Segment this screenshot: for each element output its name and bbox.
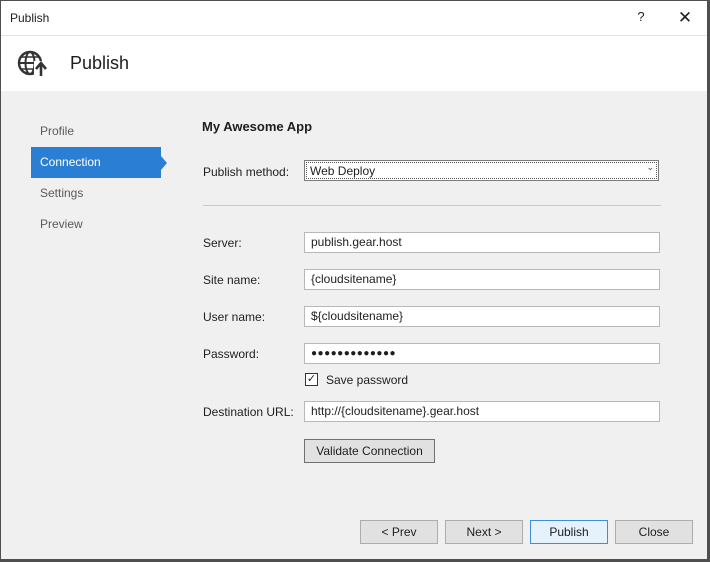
server-input[interactable]: publish.gear.host: [304, 232, 660, 253]
divider: [203, 205, 661, 206]
publish-globe-icon: [17, 50, 48, 77]
password-input[interactable]: ●●●●●●●●●●●●●: [304, 343, 660, 364]
nav-item-connection[interactable]: Connection: [31, 147, 167, 178]
app-title: My Awesome App: [202, 119, 313, 134]
user-name-label: User name:: [203, 310, 266, 324]
validate-connection-button[interactable]: Validate Connection: [304, 439, 435, 463]
site-name-input[interactable]: {cloudsitename}: [304, 269, 660, 290]
header-title: Publish: [70, 53, 130, 73]
server-label: Server:: [203, 236, 242, 250]
save-password-checkbox[interactable]: ✓: [305, 373, 318, 386]
password-label: Password:: [203, 347, 260, 361]
nav-item-preview[interactable]: Preview: [31, 209, 161, 240]
destination-url-label: Destination URL:: [203, 405, 294, 419]
save-password-label[interactable]: Save password: [326, 373, 408, 387]
prev-button[interactable]: < Prev: [360, 520, 438, 544]
title-bar: Publish ? ✕: [1, 1, 707, 35]
publish-dialog: Publish ? ✕ Publish Profile Connection S…: [0, 0, 710, 562]
help-button[interactable]: ?: [633, 9, 649, 27]
destination-url-input[interactable]: http://{cloudsitename}.gear.host: [304, 401, 660, 422]
site-name-label: Site name:: [203, 273, 261, 287]
publish-button[interactable]: Publish: [530, 520, 608, 544]
next-button[interactable]: Next >: [445, 520, 523, 544]
nav-item-settings[interactable]: Settings: [31, 178, 161, 209]
close-button[interactable]: Close: [615, 520, 693, 544]
publish-method-label: Publish method:: [203, 165, 290, 179]
window-title: Publish: [10, 11, 50, 25]
close-window-button[interactable]: ✕: [674, 7, 696, 29]
user-name-input[interactable]: ${cloudsitename}: [304, 306, 660, 327]
focus-outline: [306, 162, 657, 179]
publish-method-select[interactable]: Web Deploy ⌄: [304, 160, 659, 181]
nav-item-profile[interactable]: Profile: [31, 116, 161, 147]
wizard-nav: Profile Connection Settings Preview: [31, 116, 171, 240]
dialog-header: Publish: [1, 35, 707, 91]
